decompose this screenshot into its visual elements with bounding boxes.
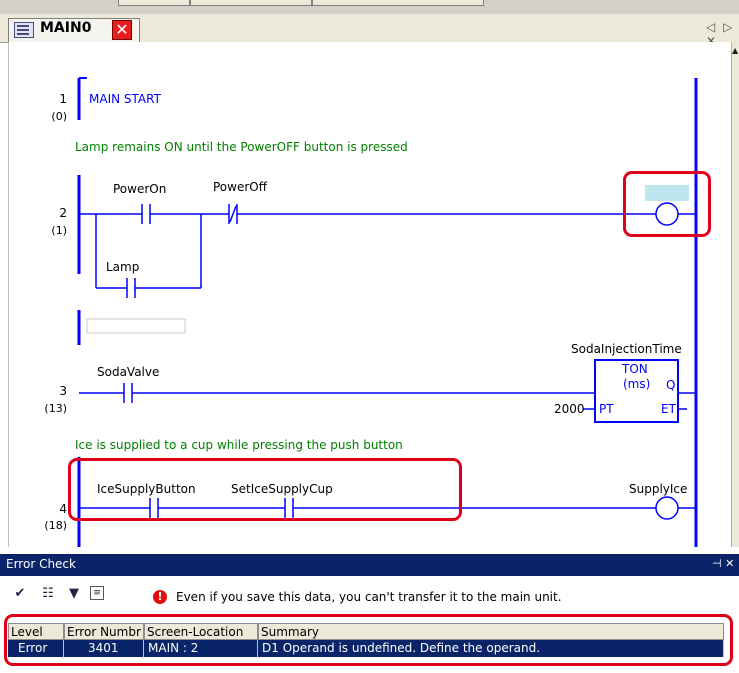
- rung-step: (18): [44, 519, 67, 532]
- check-select-icon[interactable]: ▼: [66, 586, 82, 602]
- scroll-up-icon[interactable]: ▲: [732, 46, 738, 55]
- timer-pt-label: PT: [599, 402, 614, 416]
- rung-number: 3: [59, 384, 67, 398]
- rung-comment: Lamp remains ON until the PowerOFF butto…: [75, 140, 408, 154]
- vertical-scrollbar[interactable]: [731, 42, 739, 547]
- ladder-sheet-icon: [14, 22, 34, 38]
- toolbar-segment: [118, 0, 190, 6]
- contact-label-poweroff[interactable]: PowerOff: [213, 180, 267, 194]
- rung-step: (13): [44, 402, 67, 415]
- pin-close-icon[interactable]: ⊣ ✕: [712, 557, 734, 570]
- rung-label-main-start: MAIN START: [89, 92, 161, 106]
- coil-label-supplyice[interactable]: SupplyIce: [629, 482, 687, 496]
- tab-label: MAIN0: [40, 20, 92, 36]
- check-icon[interactable]: ☷: [40, 586, 56, 602]
- timer-q-label: Q: [666, 378, 676, 392]
- timer-instance-name[interactable]: SodaInjectionTime: [571, 342, 682, 356]
- top-toolbar-strip: [0, 0, 739, 14]
- timer-unit: (ms): [623, 377, 651, 391]
- contact-label-sodavalve[interactable]: SodaValve: [97, 365, 159, 379]
- warning-message: Even if you save this data, you can't tr…: [176, 590, 562, 604]
- ladder-editor[interactable]: 1 (0) MAIN START Lamp remains ON until t…: [8, 42, 732, 547]
- rung-comment: Ice is supplied to a cup while pressing …: [75, 438, 403, 452]
- close-tab-icon[interactable]: ✕: [112, 20, 132, 40]
- toolbar-segment: [190, 0, 312, 6]
- timer-et-label: ET: [661, 402, 676, 416]
- warning-icon: !: [153, 590, 167, 604]
- toolbar-segment: [312, 0, 484, 6]
- check-all-icon[interactable]: ✔: [12, 586, 28, 602]
- rung-number: 1: [59, 92, 67, 106]
- list-icon[interactable]: ≡: [90, 586, 104, 600]
- error-check-title: Error Check: [6, 557, 76, 571]
- contact-label-poweron[interactable]: PowerOn: [113, 182, 166, 196]
- rung-step: (1): [51, 224, 67, 237]
- rung-step: (0): [51, 110, 67, 123]
- rung-number: 4: [59, 502, 67, 516]
- error-check-titlebar: [0, 554, 739, 576]
- highlight-rung4-contacts: [68, 458, 462, 521]
- timer-type: TON: [622, 362, 648, 376]
- contact-label-lamp[interactable]: Lamp: [106, 260, 139, 274]
- rung-number: 2: [59, 206, 67, 220]
- highlight-undefined-coil: [623, 171, 711, 237]
- timer-pt-value[interactable]: 2000: [554, 402, 585, 416]
- rung-label-text: MAIN START: [89, 92, 161, 106]
- highlight-error-list: [4, 614, 733, 666]
